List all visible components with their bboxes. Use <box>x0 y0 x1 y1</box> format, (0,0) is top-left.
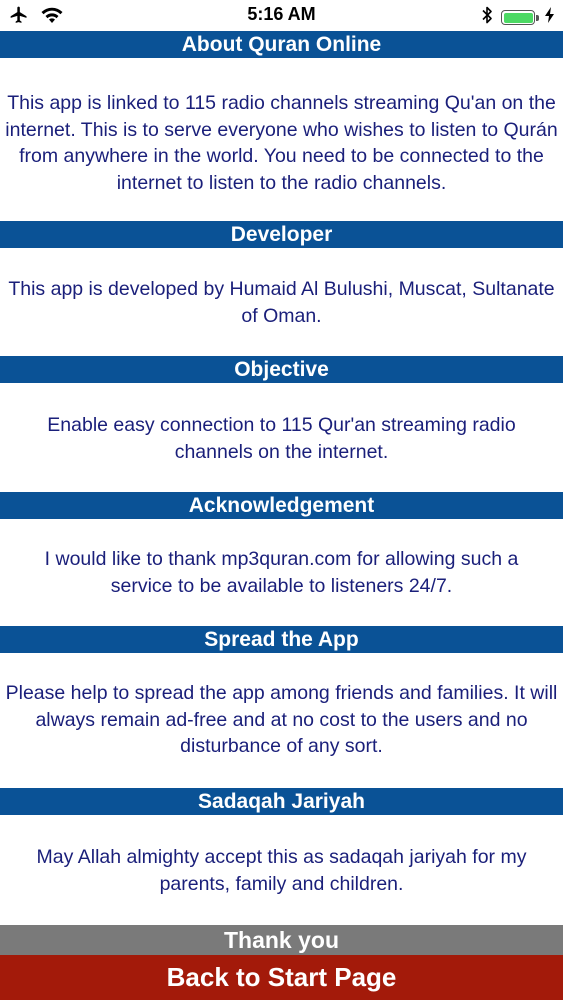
status-right <box>481 5 555 30</box>
section-header-spread: Spread the App <box>0 626 563 653</box>
section-header-sadaqah: Sadaqah Jariyah <box>0 788 563 815</box>
battery-cap <box>536 14 539 21</box>
section-body-about: This app is linked to 115 radio channels… <box>5 92 558 194</box>
section-body-sadaqah: May Allah almighty accept this as sadaqa… <box>36 846 527 895</box>
section-header-developer: Developer <box>0 221 563 248</box>
bluetooth-icon <box>481 5 493 30</box>
battery-icon <box>501 10 539 25</box>
about-screen: 5:16 AM About Quran Online This app is l… <box>0 0 563 1000</box>
back-to-start-button[interactable]: Back to Start Page <box>0 955 563 1000</box>
section-body-objective: Enable easy connection to 115 Qur'an str… <box>47 414 516 463</box>
thank-you-banner: Thank you <box>0 925 563 955</box>
status-time: 5:16 AM <box>247 4 316 24</box>
battery-level <box>503 12 533 23</box>
section-header-about: About Quran Online <box>0 31 563 58</box>
section-body-spread: Please help to spread the app among frie… <box>5 682 558 757</box>
section-header-objective: Objective <box>0 356 563 383</box>
section-header-acknowledgement: Acknowledgement <box>0 492 563 519</box>
section-body-acknowledgement: I would like to thank mp3quran.com for a… <box>44 548 519 597</box>
status-bar: 5:16 AM <box>0 0 563 31</box>
charging-icon <box>545 7 555 28</box>
section-body-developer: This app is developed by Humaid Al Bulus… <box>8 278 555 327</box>
